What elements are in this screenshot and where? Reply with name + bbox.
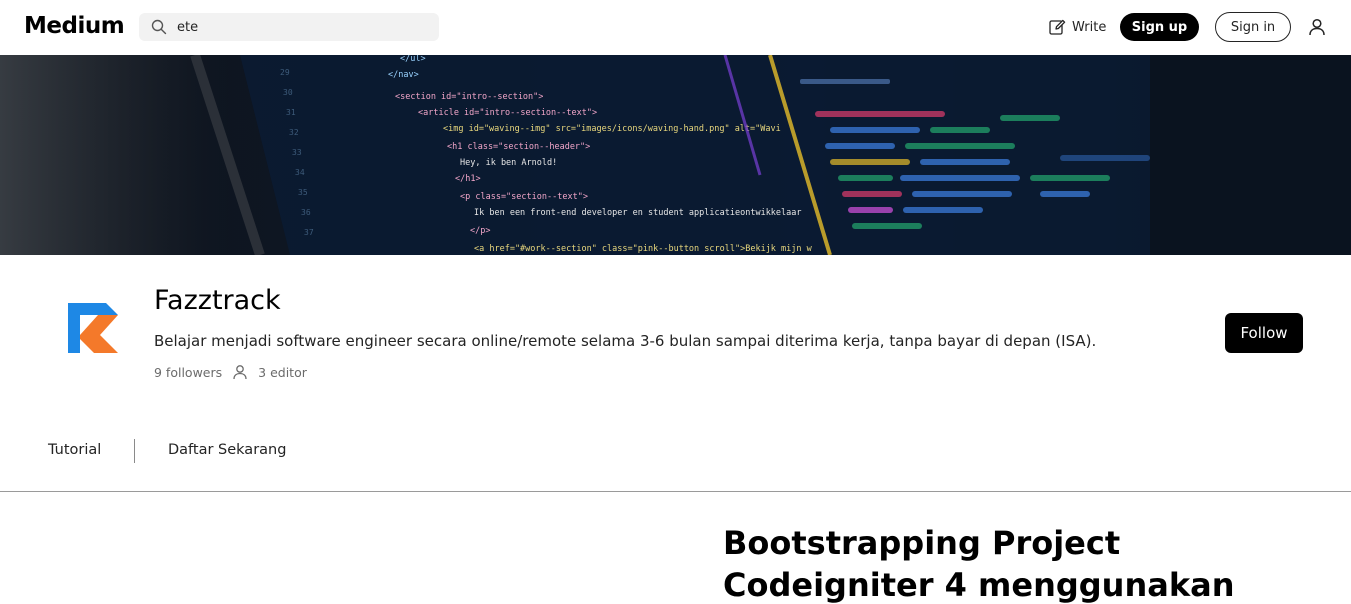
editors-count[interactable]: 3 editor xyxy=(258,365,307,380)
top-navigation-bar: Medium Write Sign up Sign in xyxy=(0,0,1351,55)
svg-text:34: 34 xyxy=(295,168,305,177)
code-screen-image: 29 30 31 32 33 34 35 36 37 </ul> </nav> <secti… xyxy=(0,55,1351,255)
code-line: <img id="waving--img" src="images/icons/… xyxy=(443,124,781,134)
user-profile-icon[interactable] xyxy=(1307,17,1327,37)
publication-description: Belajar menjadi software engineer secara… xyxy=(154,332,1097,350)
svg-text:32: 32 xyxy=(289,128,299,137)
svg-text:33: 33 xyxy=(292,148,302,157)
person-icon xyxy=(233,365,247,380)
svg-text:29: 29 xyxy=(280,68,290,77)
article-title-line: Bootstrapping Project xyxy=(723,524,1121,562)
write-icon xyxy=(1049,19,1066,35)
search-input[interactable] xyxy=(177,17,427,37)
code-line: </nav> xyxy=(388,70,419,80)
publication-banner-image: 29 30 31 32 33 34 35 36 37 </ul> </nav> <secti… xyxy=(0,55,1351,255)
svg-text:30: 30 xyxy=(283,88,293,97)
svg-text:37: 37 xyxy=(304,228,314,237)
code-line: Hey, ik ben Arnold! xyxy=(460,158,557,168)
svg-text:35: 35 xyxy=(298,188,308,197)
code-line: <a href="#work--section" class="pink--bu… xyxy=(474,244,813,254)
article-title-line: Codeigniter 4 menggunakan xyxy=(723,566,1235,604)
followers-count[interactable]: 9 followers xyxy=(154,365,222,380)
code-line: <section id="intro--section"> xyxy=(395,92,543,102)
write-label: Write xyxy=(1072,19,1107,35)
svg-text:31: 31 xyxy=(286,108,296,117)
fazztrack-logo xyxy=(68,303,118,353)
nav-item-tutorial[interactable]: Tutorial xyxy=(48,442,101,458)
write-button[interactable]: Write xyxy=(1048,17,1106,37)
nav-divider xyxy=(134,439,135,463)
sign-in-button[interactable]: Sign in xyxy=(1215,12,1291,42)
medium-logo[interactable]: Medium xyxy=(24,13,125,39)
search-box[interactable] xyxy=(139,13,439,41)
publication-stats: 9 followers 3 editor xyxy=(154,364,307,380)
code-line: </ul> xyxy=(400,55,426,64)
search-icon xyxy=(151,19,167,35)
publication-nav: Tutorial Daftar Sekarang xyxy=(0,432,1351,472)
publication-name[interactable]: Fazztrack xyxy=(154,285,281,316)
code-line: <article id="intro--section--text"> xyxy=(418,108,597,118)
code-line: Ik ben een front-end developer en studen… xyxy=(474,208,802,218)
code-line: <h1 class="section--header"> xyxy=(447,142,590,152)
section-divider xyxy=(0,491,1351,492)
follow-button[interactable]: Follow xyxy=(1225,313,1303,353)
svg-text:36: 36 xyxy=(301,208,311,217)
nav-item-daftar-sekarang[interactable]: Daftar Sekarang xyxy=(168,442,286,458)
code-line: </h1> xyxy=(455,174,481,184)
code-line: </p> xyxy=(470,226,490,236)
article-title[interactable]: Bootstrapping Project Codeigniter 4 meng… xyxy=(723,522,1283,604)
sign-up-button[interactable]: Sign up xyxy=(1120,13,1199,41)
code-line: <p class="section--text"> xyxy=(460,192,588,202)
